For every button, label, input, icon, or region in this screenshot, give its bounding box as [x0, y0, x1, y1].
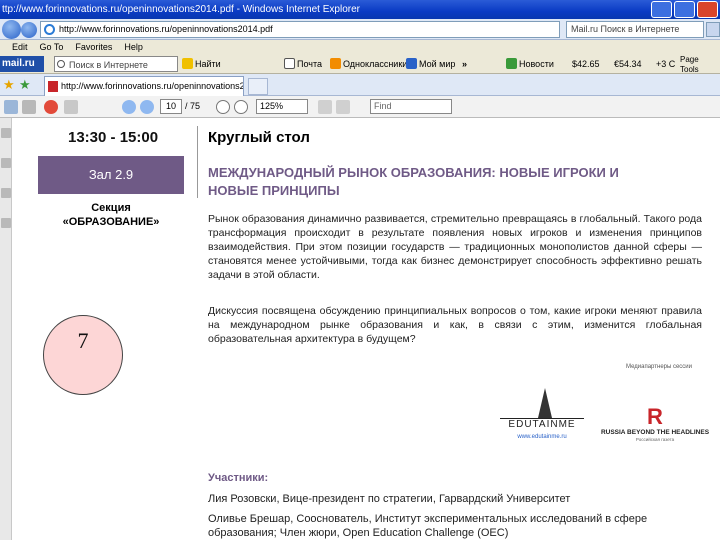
favorites-star-icon[interactable]: ★ — [3, 78, 15, 92]
rbth-wordmark: RUSSIA BEYOND THE HEADLINES — [600, 429, 710, 436]
pdf-toolbar: 10 / 75 125% Find — [0, 96, 720, 118]
eur-rate[interactable]: €54.34 — [614, 56, 642, 72]
my-world-label: Мой мир — [419, 59, 456, 69]
news-icon — [506, 58, 517, 69]
participant-1: Лия Розовски, Вице-президент по стратеги… — [208, 493, 571, 505]
fit-width-icon[interactable] — [336, 100, 350, 114]
mailru-logo[interactable]: mail.ru — [0, 56, 44, 72]
mailru-toolbar: mail.ru Поиск в Интернете Найти Почта Од… — [0, 54, 720, 74]
find-icon — [182, 58, 193, 69]
tab-bar: ★ ★ http://www.forinnovations.ru/openinn… — [0, 74, 720, 96]
menu-favorites[interactable]: Favorites — [75, 40, 112, 54]
pdf-page: 13:30 - 15:00 Зал 2.9 Секция «ОБРАЗОВАНИ… — [12, 118, 720, 540]
pages-panel-icon[interactable] — [1, 128, 11, 138]
my-world-button[interactable]: Мой мир — [406, 56, 455, 72]
page-number-input[interactable]: 10 — [160, 99, 182, 114]
section-line1: Секция — [91, 202, 131, 214]
my-world-icon — [406, 58, 417, 69]
tab-title: http://www.forinnovations.ru/openinnovat… — [61, 81, 244, 91]
maximize-button[interactable] — [674, 1, 695, 18]
menu-goto[interactable]: Go To — [40, 40, 64, 54]
forward-button[interactable] — [21, 22, 37, 38]
pdf-icon — [48, 81, 58, 92]
back-button[interactable] — [2, 20, 21, 39]
zoom-out-icon[interactable] — [216, 100, 230, 114]
toolbar-search-text: Поиск в Интернете — [69, 60, 148, 70]
envelope-icon — [284, 58, 295, 69]
mail-label: Почта — [297, 59, 322, 69]
web-search-input[interactable]: Mail.ru Поиск в Интернете — [566, 21, 704, 38]
edutainme-url: www.edutainme.ru — [517, 434, 567, 440]
rbth-letter: R — [647, 404, 663, 429]
vertical-divider — [197, 126, 198, 198]
zoom-in-icon[interactable] — [234, 100, 248, 114]
email-icon[interactable] — [64, 100, 78, 114]
print-icon[interactable] — [22, 100, 36, 114]
news-label: Новости — [519, 59, 554, 69]
description-paragraph-2: Дискуссия посвящена обсуждению принципиа… — [208, 305, 702, 345]
window-title-bar: ttp://www.forinnovations.ru/openinnovati… — [0, 0, 720, 19]
rbth-logo: R RUSSIA BEYOND THE HEADLINES Российская… — [600, 406, 710, 446]
section-line2: «ОБРАЗОВАНИЕ» — [62, 216, 160, 228]
menu-edit[interactable]: Edit — [12, 40, 28, 54]
media-partners-label: Медиапартнеры сессии — [626, 364, 693, 370]
tower-icon — [538, 388, 552, 418]
add-favorite-icon[interactable]: ★ — [19, 78, 31, 92]
acrobat-icon[interactable] — [44, 100, 58, 114]
find-input[interactable]: Find — [370, 99, 452, 114]
address-input[interactable]: http://www.forinnovations.ru/openinnovat… — [40, 21, 560, 38]
description-paragraph-1: Рынок образования динамично развивается,… — [208, 213, 702, 281]
session-heading: МЕЖДУНАРОДНЫЙ РЫНОК ОБРАЗОВАНИЯ: НОВЫЕ И… — [208, 165, 619, 198]
find-button[interactable]: Найти — [182, 56, 221, 72]
news-button[interactable]: Новости — [506, 56, 554, 72]
new-tab-button[interactable] — [248, 78, 268, 95]
toolbar-overflow-button[interactable]: » — [462, 56, 467, 72]
hall-badge: Зал 2.9 — [38, 156, 184, 194]
menu-help[interactable]: Help — [124, 40, 143, 54]
save-icon[interactable] — [4, 100, 18, 114]
page-total: / 75 — [185, 101, 201, 111]
minimize-button[interactable] — [651, 1, 672, 18]
menu-bar: Edit Go To Favorites Help — [0, 40, 720, 54]
attachments-panel-icon[interactable] — [1, 188, 11, 198]
edutainme-wordmark: EDUTAINME — [500, 418, 584, 430]
weather-temp[interactable]: +3 C — [656, 56, 675, 72]
page-number-badge: 7 — [43, 315, 123, 395]
roundtable-label: Круглый стол — [208, 129, 310, 146]
window-title: ttp://www.forinnovations.ru/openinnovati… — [2, 4, 360, 15]
search-go-button[interactable] — [706, 22, 720, 37]
participants-heading: Участники: — [208, 472, 269, 484]
navigation-pane — [0, 118, 12, 540]
signatures-panel-icon[interactable] — [1, 218, 11, 228]
odnoklassniki-label: Одноклассники — [343, 59, 408, 69]
address-url: http://www.forinnovations.ru/openinnovat… — [59, 24, 273, 34]
prev-page-icon[interactable] — [122, 100, 136, 114]
search-icon — [57, 60, 65, 68]
toolbar-search-input[interactable]: Поиск в Интернете — [54, 56, 178, 72]
rbth-subtitle: Российская газета — [635, 437, 675, 442]
address-row: http://www.forinnovations.ru/openinnovat… — [0, 19, 720, 40]
mail-button[interactable]: Почта — [284, 56, 322, 72]
find-label: Найти — [195, 59, 221, 69]
zoom-select[interactable]: 125% — [256, 99, 308, 114]
edutainme-logo: EDUTAINME www.edutainme.ru — [500, 388, 584, 444]
fit-page-icon[interactable] — [318, 100, 332, 114]
usd-rate[interactable]: $42.65 — [572, 56, 600, 72]
session-time: 13:30 - 15:00 — [68, 129, 159, 146]
odnoklassniki-button[interactable]: Одноклассники — [330, 56, 407, 72]
window-controls — [651, 1, 718, 18]
tab-pdf[interactable]: http://www.forinnovations.ru/openinnovat… — [44, 76, 244, 96]
close-button[interactable] — [697, 1, 718, 18]
participant-2: Оливье Брешар, Сооснователь, Институт эк… — [208, 513, 648, 539]
next-page-icon[interactable] — [140, 100, 154, 114]
odnoklassniki-icon — [330, 58, 341, 69]
ie-icon — [44, 24, 55, 35]
section-label: Секция «ОБРАЗОВАНИЕ» — [38, 201, 184, 229]
bookmarks-panel-icon[interactable] — [1, 158, 11, 168]
